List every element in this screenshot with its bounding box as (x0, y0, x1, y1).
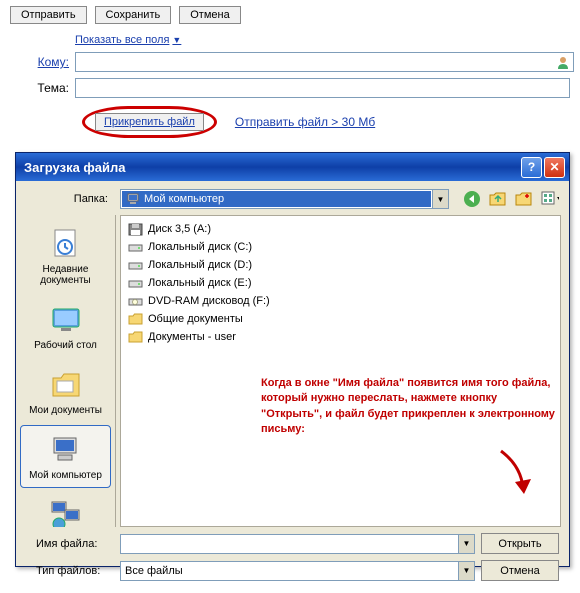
cancel-button[interactable]: Отмена (179, 6, 240, 24)
new-folder-icon[interactable] (515, 190, 533, 208)
close-button[interactable]: ✕ (544, 157, 565, 178)
filetype-combo[interactable]: Все файлы ▼ (120, 561, 475, 581)
subject-input[interactable] (75, 78, 570, 98)
instruction-annotation: Когда в окне "Имя файла" появится имя то… (261, 376, 561, 438)
sidebar-item-desktop[interactable]: Рабочий стол (20, 295, 111, 358)
mydocs-icon (48, 367, 84, 403)
back-icon[interactable] (463, 190, 481, 208)
sidebar-item-label: Мой компьютер (29, 470, 102, 481)
sidebar-item-mydocs[interactable]: Мои документы (20, 360, 111, 423)
attach-highlight-circle: Прикрепить файл (82, 106, 217, 138)
show-all-label: Показать все поля (75, 34, 169, 46)
mail-form: Показать все поля ▼ Кому: Тема: Прикрепи… (0, 30, 580, 138)
list-item[interactable]: Локальный диск (E:) (125, 274, 556, 292)
filename-label: Имя файла: (26, 538, 114, 550)
folder-label: Папка: (26, 193, 114, 205)
send-button[interactable]: Отправить (10, 6, 87, 24)
folder-combo[interactable]: Мой компьютер ▼ (120, 189, 449, 209)
up-folder-icon[interactable] (489, 190, 507, 208)
mail-toolbar: Отправить Сохранить Отмена (0, 0, 580, 30)
show-all-fields-link[interactable]: Показать все поля ▼ (75, 34, 181, 46)
folder-selected: Мой компьютер (144, 193, 224, 205)
dropdown-triangle-icon: ▼ (172, 35, 181, 45)
list-item[interactable]: Локальный диск (D:) (125, 256, 556, 274)
save-button[interactable]: Сохранить (95, 6, 172, 24)
open-button[interactable]: Открыть (481, 533, 559, 554)
places-sidebar: Недавние документы Рабочий стол Мои доку… (16, 215, 116, 527)
view-menu-icon[interactable] (541, 190, 559, 208)
file-upload-dialog: Загрузка файла ? ✕ Папка: Мой компьютер … (15, 152, 570, 567)
dialog-cancel-button[interactable]: Отмена (481, 560, 559, 581)
computer-icon (126, 192, 140, 206)
filename-input[interactable]: ▼ (120, 534, 475, 554)
to-input[interactable] (75, 52, 574, 72)
list-item[interactable]: Общие документы (125, 310, 556, 328)
sidebar-item-label: Рабочий стол (34, 340, 97, 351)
dialog-title: Загрузка файла (24, 160, 519, 175)
sidebar-item-network[interactable]: Сетевое (20, 490, 111, 527)
annotation-arrow-icon (491, 446, 541, 506)
file-list[interactable]: Диск 3,5 (A:) Локальный диск (C:) Локаль… (120, 215, 561, 527)
contact-picker-icon[interactable] (556, 55, 570, 69)
drive-icon (127, 257, 143, 273)
list-item[interactable]: DVD-RAM дисковод (F:) (125, 292, 556, 310)
floppy-icon (127, 221, 143, 237)
to-label[interactable]: Кому: (10, 55, 75, 69)
drive-icon (127, 275, 143, 291)
attach-file-button[interactable]: Прикрепить файл (95, 113, 204, 131)
dvd-icon (127, 293, 143, 309)
dialog-bottom-bar: Имя файла: ▼ Открыть Тип файлов: Все фай… (16, 527, 569, 593)
recent-docs-icon (48, 226, 84, 262)
drive-icon (127, 239, 143, 255)
sidebar-item-mycomputer[interactable]: Мой компьютер (20, 425, 111, 488)
sidebar-item-label: Недавние документы (23, 264, 108, 286)
list-item[interactable]: Локальный диск (C:) (125, 238, 556, 256)
send-large-file-link[interactable]: Отправить файл > 30 Мб (235, 115, 375, 129)
dialog-titlebar: Загрузка файла ? ✕ (16, 153, 569, 181)
list-item[interactable]: Диск 3,5 (A:) (125, 220, 556, 238)
sidebar-item-label: Мои документы (29, 405, 102, 416)
chevron-down-icon[interactable]: ▼ (432, 190, 448, 208)
folder-bar: Папка: Мой компьютер ▼ (16, 181, 569, 215)
subject-label: Тема: (10, 81, 75, 95)
sidebar-item-recent[interactable]: Недавние документы (20, 219, 111, 293)
list-item[interactable]: Документы - user (125, 328, 556, 346)
network-icon (48, 497, 84, 527)
folder-icon (127, 311, 143, 327)
chevron-down-icon[interactable]: ▼ (458, 562, 474, 580)
chevron-down-icon[interactable]: ▼ (458, 535, 474, 553)
folder-icon (127, 329, 143, 345)
help-button[interactable]: ? (521, 157, 542, 178)
desktop-icon (48, 302, 84, 338)
mycomputer-icon (48, 432, 84, 468)
filetype-label: Тип файлов: (26, 565, 114, 577)
